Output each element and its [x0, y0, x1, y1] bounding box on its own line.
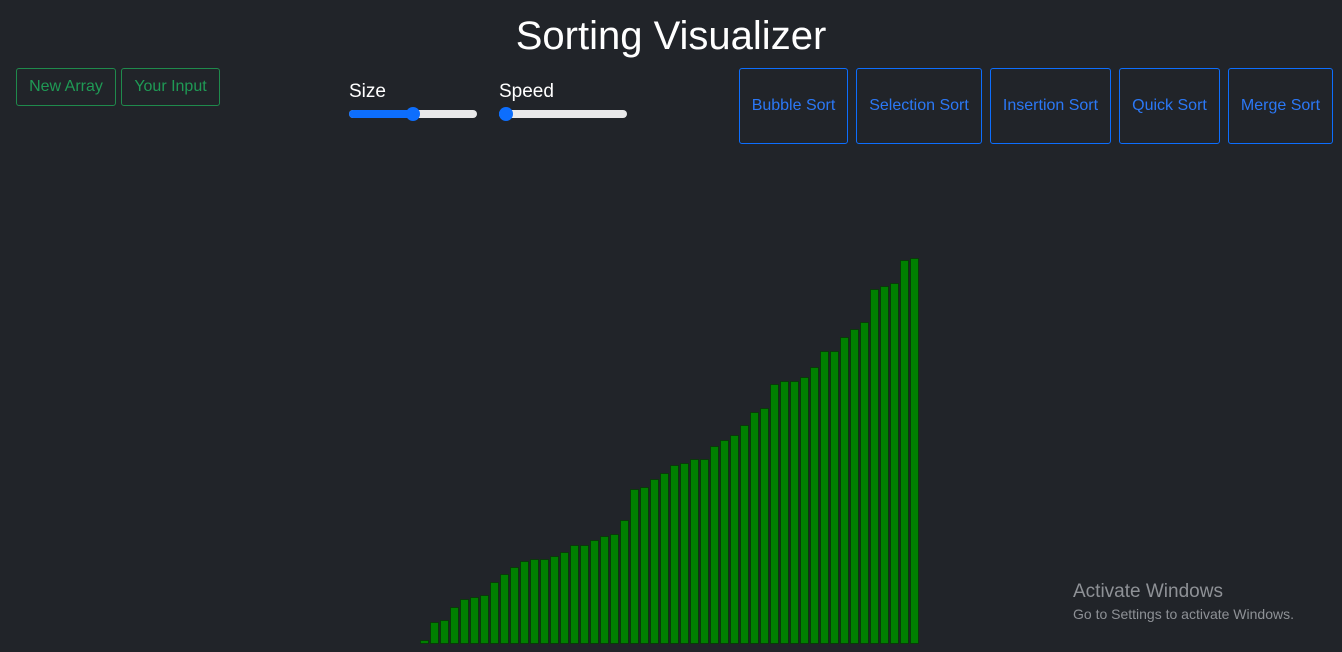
array-bar	[490, 582, 499, 644]
watermark-title: Activate Windows	[1073, 581, 1223, 602]
quick-sort-button[interactable]: Quick Sort	[1119, 68, 1220, 144]
array-bar	[850, 329, 859, 644]
array-bar	[820, 351, 829, 644]
array-bar	[610, 534, 619, 644]
your-input-button[interactable]: Your Input	[121, 68, 220, 106]
array-bar	[450, 607, 459, 644]
array-bar	[530, 559, 539, 644]
array-bar	[870, 289, 879, 644]
array-bar	[700, 459, 709, 644]
windows-activation-watermark: Activate Windows Go to Settings to activ…	[1073, 581, 1294, 624]
array-bar	[790, 381, 799, 644]
array-bar	[760, 408, 769, 644]
array-bar	[470, 597, 479, 644]
array-bar	[810, 367, 819, 644]
array-bar	[460, 599, 469, 644]
array-bar	[690, 459, 699, 644]
size-slider-label: Size	[349, 81, 386, 102]
array-bar	[650, 479, 659, 644]
array-bar	[800, 377, 809, 644]
array-bar	[580, 545, 589, 644]
array-bar	[830, 351, 839, 644]
array-bar	[900, 260, 909, 644]
array-bar	[520, 561, 529, 644]
speed-slider[interactable]	[499, 107, 627, 121]
array-bar	[540, 559, 549, 644]
new-array-button[interactable]: New Array	[16, 68, 116, 106]
size-slider[interactable]	[349, 107, 477, 121]
speed-slider-group: Speed	[499, 80, 627, 121]
size-slider-thumb[interactable]	[406, 107, 420, 121]
watermark-subtitle: Go to Settings to activate Windows.	[1073, 606, 1294, 622]
array-bar	[840, 337, 849, 644]
speed-slider-label: Speed	[499, 81, 554, 102]
array-bar	[620, 520, 629, 644]
array-bar	[720, 440, 729, 644]
array-bar	[570, 545, 579, 644]
array-bar	[590, 540, 599, 644]
array-bar	[630, 489, 639, 644]
selection-sort-button[interactable]: Selection Sort	[856, 68, 982, 144]
array-bar	[560, 552, 569, 644]
array-bar	[910, 258, 919, 644]
insertion-sort-button[interactable]: Insertion Sort	[990, 68, 1111, 144]
array-bar	[740, 425, 749, 644]
array-bar	[890, 283, 899, 644]
array-bar	[550, 556, 559, 644]
array-bar	[660, 473, 669, 644]
array-bar	[680, 463, 689, 644]
array-bar	[730, 435, 739, 644]
array-bar	[770, 384, 779, 644]
speed-slider-thumb[interactable]	[499, 107, 513, 121]
array-bar	[600, 536, 609, 644]
page-title: Sorting Visualizer	[515, 14, 827, 58]
merge-sort-button[interactable]: Merge Sort	[1228, 68, 1333, 144]
size-slider-fill	[349, 110, 413, 118]
array-bar	[430, 622, 439, 644]
array-bar	[670, 465, 679, 644]
array-bar	[640, 487, 649, 644]
array-bar	[750, 412, 759, 644]
array-bar	[420, 640, 429, 644]
array-bar	[480, 595, 489, 644]
bubble-sort-button[interactable]: Bubble Sort	[739, 68, 848, 144]
array-bar	[500, 574, 509, 644]
array-bar	[860, 322, 869, 644]
array-bar	[710, 446, 719, 644]
array-bar	[780, 381, 789, 644]
array-bar	[880, 286, 889, 644]
sorting-visualizer-page: Sorting Visualizer New Array Your Input …	[0, 0, 1342, 652]
array-bar	[440, 620, 449, 644]
array-bar	[510, 567, 519, 644]
size-slider-group: Size	[349, 80, 477, 121]
